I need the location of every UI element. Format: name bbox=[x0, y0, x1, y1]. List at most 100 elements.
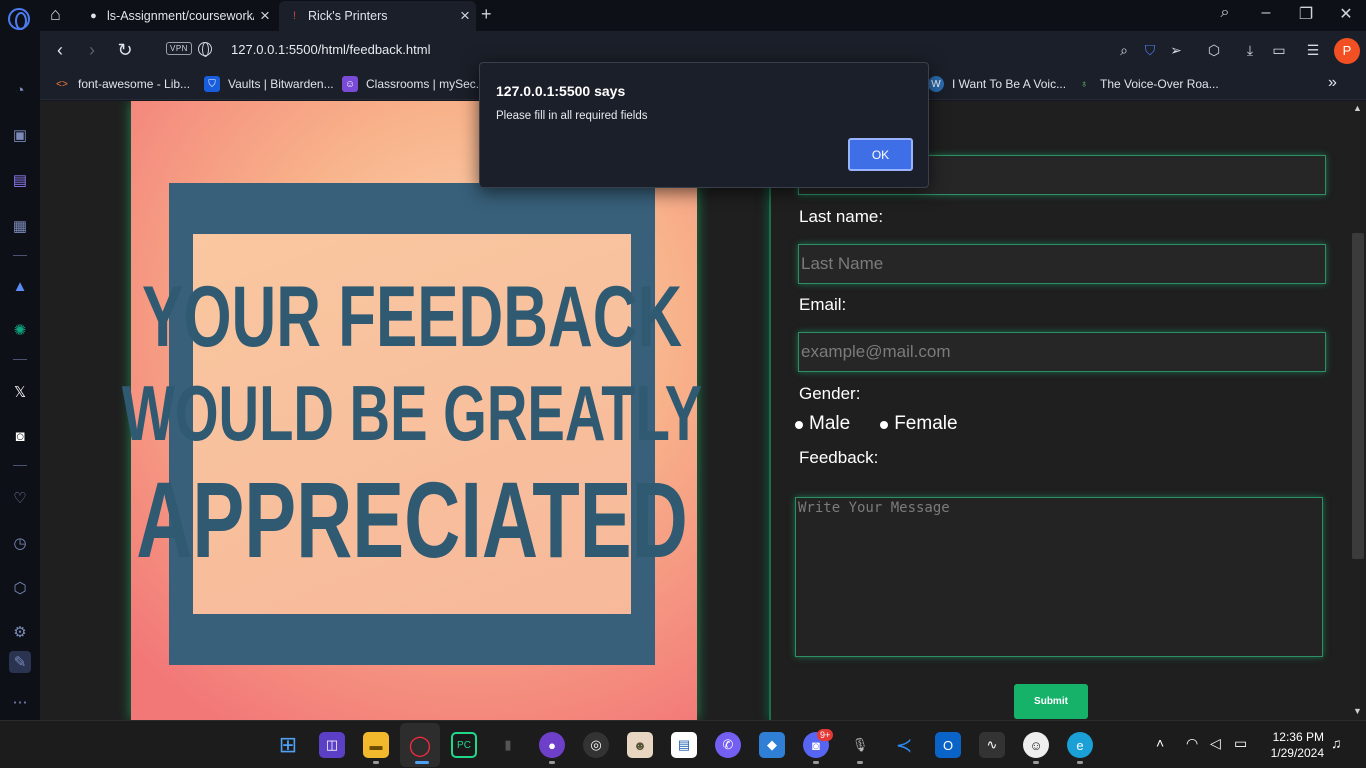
email-field[interactable] bbox=[798, 332, 1326, 372]
history-clock-icon[interactable]: ◷ bbox=[9, 532, 31, 554]
forward-button[interactable]: › bbox=[82, 40, 102, 60]
restore-button[interactable]: ❐ bbox=[1294, 4, 1318, 26]
reload-button[interactable]: ↻ bbox=[115, 40, 135, 60]
new-tab-button[interactable]: + bbox=[481, 4, 492, 25]
back-button[interactable]: ‹ bbox=[50, 40, 70, 60]
extensions-icon[interactable]: ⬡ bbox=[9, 577, 31, 599]
submit-button[interactable]: Submit bbox=[1014, 684, 1088, 719]
bookmark-voice-over[interactable]: W I Want To Be A Voic... bbox=[928, 76, 1066, 92]
audio-editor-icon[interactable]: ∿ bbox=[979, 732, 1005, 758]
clock-time: 12:36 PM bbox=[1272, 730, 1324, 744]
adblock-shield-icon[interactable]: ⛉ bbox=[1141, 41, 1159, 59]
battery-saver-icon[interactable]: ▭ bbox=[1270, 41, 1288, 59]
notifications-bell-icon[interactable]: ♫ bbox=[1331, 735, 1342, 751]
show-hidden-icons-icon[interactable]: ˄ bbox=[1156, 735, 1164, 751]
aria-icon[interactable]: ▦ bbox=[9, 215, 31, 237]
obs-icon[interactable]: ◎ bbox=[583, 732, 609, 758]
clock[interactable]: 12:36 PM 1/29/2024 bbox=[1262, 729, 1324, 761]
feedback-form: Last name: Email: Gender: Male Female Fe… bbox=[769, 101, 1350, 720]
last-name-field[interactable] bbox=[798, 244, 1326, 284]
gender-female-label[interactable]: Female bbox=[894, 413, 957, 435]
hero-line-1: YOUR FEEDBACK bbox=[141, 269, 683, 365]
search-tabs-icon[interactable]: ⌕ bbox=[1213, 4, 1237, 26]
extensions-cube-icon[interactable]: ⬡ bbox=[1205, 41, 1223, 59]
scroll-thumb[interactable] bbox=[1352, 233, 1364, 559]
vscode-icon[interactable]: ≺ bbox=[891, 732, 917, 758]
virtualbox-icon[interactable]: ◆ bbox=[759, 732, 785, 758]
bookmark-voice-over-road[interactable]: ♁ The Voice-Over Roa... bbox=[1076, 76, 1218, 92]
start-windows-icon[interactable]: ⊞ bbox=[275, 732, 301, 758]
close-icon[interactable]: × bbox=[254, 6, 276, 26]
x-twitter-icon[interactable]: 𝕏 bbox=[9, 381, 31, 403]
hero-line-3: APPRECIATED bbox=[136, 459, 688, 580]
email-label: Email: bbox=[799, 295, 847, 314]
notification-badge: 9+ bbox=[817, 729, 834, 741]
feedback-label: Feedback: bbox=[799, 448, 879, 467]
emoji-app-icon[interactable]: ☺ bbox=[1023, 732, 1049, 758]
hero-frame: YOUR FEEDBACK WOULD BE GREATLY APPRECIAT… bbox=[122, 183, 702, 665]
aria-ai-icon[interactable]: ▲ bbox=[9, 275, 31, 297]
minimize-button[interactable]: – bbox=[1254, 4, 1278, 26]
page-content: YOUR FEEDBACK WOULD BE GREATLY APPRECIAT… bbox=[40, 101, 1350, 720]
vpn-badge[interactable]: VPN bbox=[166, 42, 192, 55]
gender-male-label[interactable]: Male bbox=[809, 413, 850, 435]
viber-icon[interactable]: ✆ bbox=[715, 732, 741, 758]
settings-gear-icon[interactable]: ⚙ bbox=[9, 621, 31, 643]
page-scrollbar[interactable]: ▲ ▼ bbox=[1350, 101, 1366, 720]
profile-avatar[interactable]: P bbox=[1334, 38, 1360, 64]
easy-setup-icon[interactable]: ☰ bbox=[1304, 41, 1322, 59]
discord-icon[interactable]: ◙ bbox=[9, 425, 31, 447]
last-name-label: Last name: bbox=[799, 207, 884, 226]
battery-icon[interactable]: ▭ bbox=[1234, 735, 1247, 752]
workspace-icon[interactable]: ▣ bbox=[9, 124, 31, 146]
opera-logo-icon[interactable] bbox=[8, 8, 30, 30]
twitch-icon[interactable]: ▤ bbox=[9, 169, 31, 191]
file-explorer-icon[interactable]: ▬ bbox=[363, 732, 389, 758]
site-info-icon[interactable] bbox=[198, 42, 212, 57]
workspaces-icon[interactable]: ⌂ bbox=[50, 4, 61, 25]
github-desktop-icon[interactable]: ● bbox=[539, 732, 565, 758]
running-indicator bbox=[549, 761, 555, 764]
bookmark-font-awesome[interactable]: <> font-awesome - Lib... bbox=[54, 76, 190, 92]
gender-options: Male Female bbox=[795, 413, 988, 435]
downloads-icon[interactable]: ⤓ bbox=[1241, 41, 1259, 59]
send-icon[interactable]: ➢ bbox=[1167, 41, 1185, 59]
chatgpt-icon[interactable]: ✺ bbox=[9, 319, 31, 341]
gender-male-radio[interactable] bbox=[795, 421, 803, 429]
speed-dial-icon[interactable]: ◔ bbox=[9, 79, 31, 101]
dialog-ok-button[interactable]: OK bbox=[848, 138, 913, 171]
tab-ricks-printers[interactable]: ! Rick's Printers × bbox=[279, 1, 476, 31]
volume-icon[interactable]: ◁ bbox=[1210, 735, 1221, 752]
code-icon: <> bbox=[56, 78, 68, 90]
pycharm-icon[interactable]: PC bbox=[451, 732, 477, 758]
notes-app-icon[interactable]: ▤ bbox=[671, 732, 697, 758]
scroll-down-icon[interactable]: ▼ bbox=[1353, 706, 1362, 716]
mouse-app-icon[interactable]: ▮ bbox=[495, 732, 521, 758]
game-app-icon[interactable]: ☻ bbox=[627, 732, 653, 758]
customize-sidebar-icon[interactable]: ✎ bbox=[9, 651, 31, 673]
wifi-icon[interactable]: ◠ bbox=[1186, 735, 1198, 752]
bookmark-classrooms[interactable]: ☺ Classrooms | mySec... bbox=[342, 76, 486, 92]
bookmark-bitwarden[interactable]: ⛉ Vaults | Bitwarden... bbox=[204, 76, 334, 92]
message-textarea[interactable] bbox=[795, 497, 1323, 657]
opera-sidebar: ◔ ▣ ▤ ▦ ▲ ✺ 𝕏 ◙ ♡ ◷ ⬡ ⚙ ✎ ⋯ bbox=[0, 31, 40, 720]
github-icon: ● bbox=[90, 10, 97, 22]
microphone-app-icon[interactable]: 🎙 bbox=[847, 732, 873, 758]
close-icon[interactable]: × bbox=[454, 6, 476, 26]
scroll-up-icon[interactable]: ▲ bbox=[1353, 103, 1362, 113]
opera-icon[interactable]: ◯ bbox=[407, 732, 433, 758]
more-bookmarks-icon[interactable]: » bbox=[1328, 74, 1337, 92]
gender-female-radio[interactable] bbox=[880, 421, 889, 429]
close-window-button[interactable]: ✕ bbox=[1334, 4, 1358, 26]
clock-date: 1/29/2024 bbox=[1270, 746, 1324, 760]
widgets-icon[interactable]: ◫ bbox=[319, 732, 345, 758]
edge-icon[interactable]: e bbox=[1067, 732, 1093, 758]
more-options-icon[interactable]: ⋯ bbox=[9, 691, 31, 713]
outlook-icon[interactable]: O bbox=[935, 732, 961, 758]
favorites-heart-icon[interactable]: ♡ bbox=[9, 487, 31, 509]
zoom-icon[interactable]: ⌕ bbox=[1115, 41, 1133, 59]
url-field[interactable]: 127.0.0.1:5500/html/feedback.html bbox=[231, 42, 430, 57]
tab-github[interactable]: ● ls-Assignment/coursework/ × bbox=[78, 1, 276, 31]
bitwarden-icon: ⛉ bbox=[204, 76, 220, 92]
running-indicator bbox=[373, 761, 379, 764]
